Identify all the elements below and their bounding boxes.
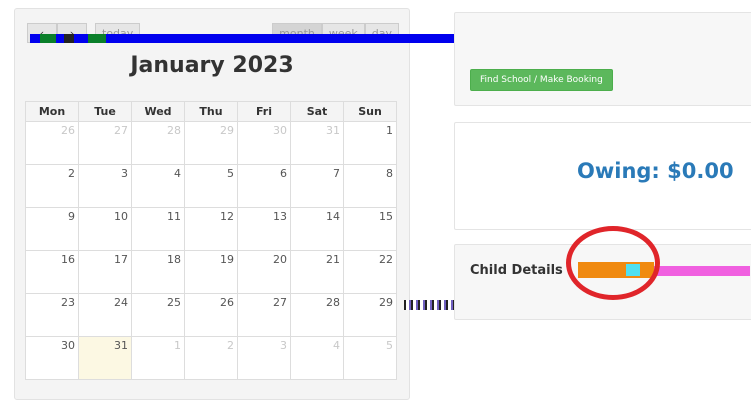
day-cell[interactable]: 27 bbox=[78, 121, 132, 165]
week-row: 2345678 bbox=[25, 164, 397, 208]
day-cell[interactable]: 28 bbox=[131, 121, 185, 165]
weekday-header: Mon bbox=[25, 101, 79, 122]
week-row: 23 24 25 26 27 28 29 bbox=[25, 293, 397, 337]
day-cell[interactable]: 1 bbox=[131, 336, 185, 380]
day-cell[interactable]: 5 bbox=[184, 164, 238, 208]
day-cell[interactable]: 24 bbox=[78, 293, 132, 337]
find-school-button[interactable]: Find School / Make Booking bbox=[470, 69, 613, 91]
day-cell[interactable]: 22 bbox=[343, 250, 397, 294]
day-cell[interactable]: 6 bbox=[237, 164, 291, 208]
day-cell[interactable]: 25 bbox=[131, 293, 185, 337]
glitch-block bbox=[654, 266, 750, 276]
day-cell[interactable]: 3 bbox=[78, 164, 132, 208]
day-cell[interactable]: 27 bbox=[237, 293, 291, 337]
weeks-body: 26 27 28 29 30 31 1 2 3 4 5 6 7 8 9 10 11 12 13 14 15 16 17 18 1… bbox=[25, 121, 397, 380]
day-cell[interactable]: 20 bbox=[237, 250, 291, 294]
weekday-header: Sat bbox=[290, 101, 344, 122]
day-cell[interactable]: 11 bbox=[131, 207, 185, 251]
month-grid: Mon Tue Wed Thu Fri Sat Sun 26 27 28 29 30 31 1 2 3 4 5 6… bbox=[25, 101, 397, 380]
day-cell[interactable]: 29 bbox=[184, 121, 238, 165]
weekday-header: Fri bbox=[237, 101, 291, 122]
day-cell[interactable]: 9 bbox=[25, 207, 79, 251]
day-cell[interactable]: 19 bbox=[184, 250, 238, 294]
day-cell[interactable]: 21 bbox=[290, 250, 344, 294]
day-cell[interactable]: 16 bbox=[25, 250, 79, 294]
day-cell[interactable]: 31 bbox=[290, 121, 344, 165]
weekday-header-row: Mon Tue Wed Thu Fri Sat Sun bbox=[25, 101, 397, 122]
booking-card: Find School / Make Booking bbox=[454, 12, 751, 106]
day-cell[interactable]: 23 bbox=[25, 293, 79, 337]
day-cell[interactable]: 28 bbox=[290, 293, 344, 337]
day-cell[interactable]: 26 bbox=[184, 293, 238, 337]
calendar-title: January 2023 bbox=[130, 53, 294, 78]
day-cell[interactable]: 2 bbox=[184, 336, 238, 380]
weekday-header: Wed bbox=[131, 101, 185, 122]
day-cell[interactable]: 26 bbox=[25, 121, 79, 165]
weekday-header: Tue bbox=[78, 101, 132, 122]
day-cell[interactable]: 30 bbox=[25, 336, 79, 380]
day-cell[interactable]: 13 bbox=[237, 207, 291, 251]
day-cell[interactable]: 17 bbox=[78, 250, 132, 294]
day-cell[interactable]: 10 bbox=[78, 207, 132, 251]
weekday-header: Sun bbox=[343, 101, 397, 122]
week-row: 30 31 1 2 3 4 5 bbox=[25, 336, 397, 380]
day-cell[interactable]: 14 bbox=[290, 207, 344, 251]
day-cell[interactable]: 2 bbox=[25, 164, 79, 208]
day-cell[interactable]: 4 bbox=[290, 336, 344, 380]
week-row: 26 27 28 29 30 31 1 bbox=[25, 121, 397, 165]
day-cell[interactable]: 12 bbox=[184, 207, 238, 251]
calendar-panel: ‹ › today month week day January 2023 Mo… bbox=[14, 8, 410, 400]
week-row: 16 17 18 19 20 21 22 bbox=[25, 250, 397, 294]
glitch-block bbox=[404, 300, 454, 310]
day-cell[interactable]: 5 bbox=[343, 336, 397, 380]
balance-card: Owing: $0.00 bbox=[454, 122, 751, 230]
day-cell[interactable]: 29 bbox=[343, 293, 397, 337]
highlight-circle-annotation bbox=[566, 226, 660, 300]
day-cell[interactable]: 15 bbox=[343, 207, 397, 251]
day-cell[interactable]: 18 bbox=[131, 250, 185, 294]
day-cell[interactable]: 4 bbox=[131, 164, 185, 208]
day-cell[interactable]: 1 bbox=[343, 121, 397, 165]
day-cell[interactable]: 3 bbox=[237, 336, 291, 380]
day-cell[interactable]: 7 bbox=[290, 164, 344, 208]
day-cell[interactable]: 8 bbox=[343, 164, 397, 208]
weekday-header: Thu bbox=[184, 101, 238, 122]
owing-amount: Owing: $0.00 bbox=[577, 159, 734, 183]
day-cell[interactable]: 30 bbox=[237, 121, 291, 165]
week-row: 9 10 11 12 13 14 15 bbox=[25, 207, 397, 251]
day-cell[interactable]: 31 bbox=[78, 336, 132, 380]
child-details-title: Child Details bbox=[470, 263, 563, 278]
